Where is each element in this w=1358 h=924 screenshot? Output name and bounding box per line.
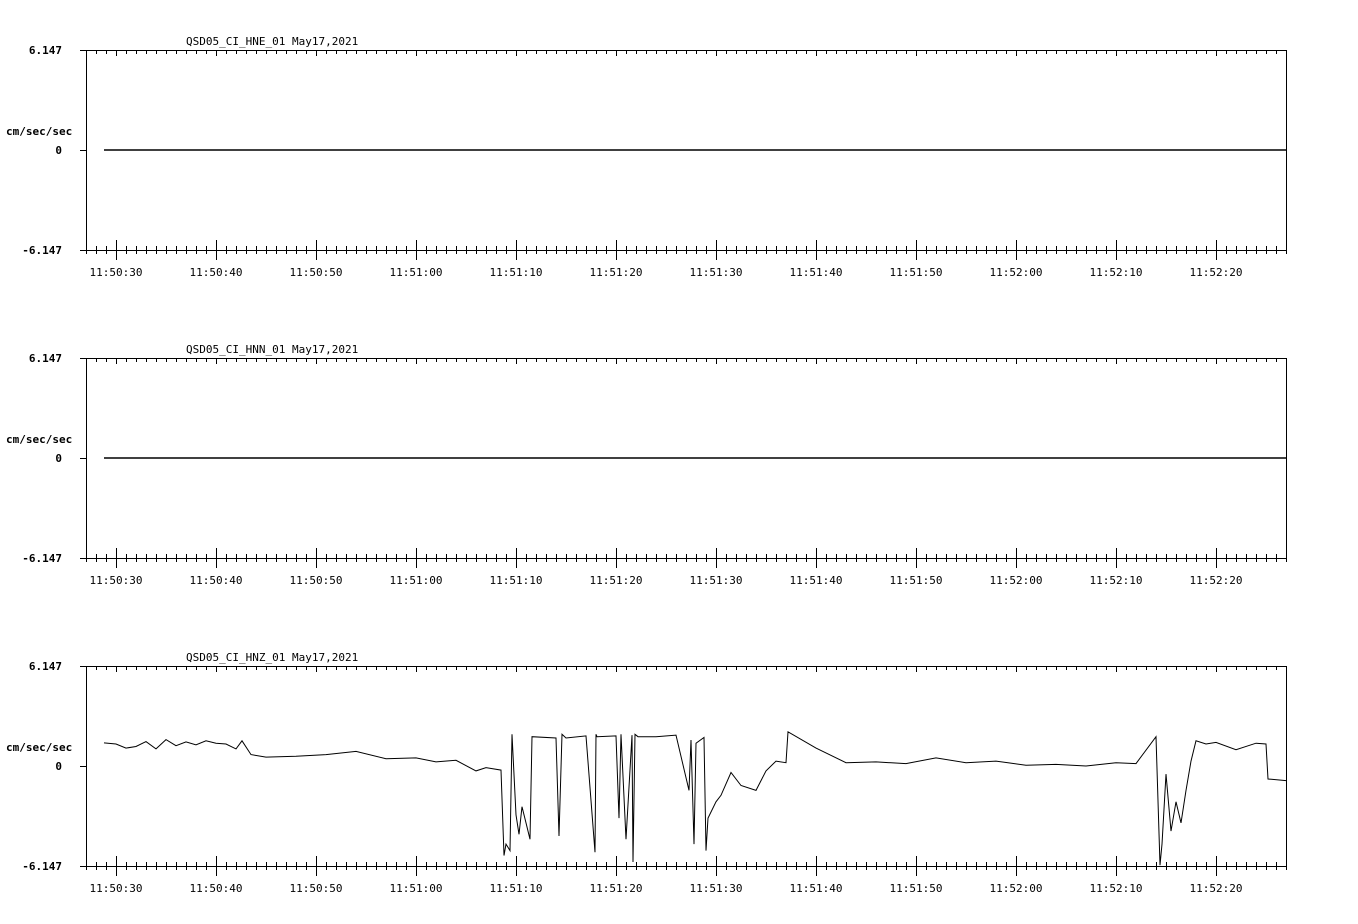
x-tick-label: 11:51:30	[690, 266, 743, 279]
x-tick-label: 11:50:30	[90, 266, 143, 279]
x-tick-label: 11:51:30	[690, 574, 743, 587]
x-tick-label: 11:52:00	[990, 574, 1043, 587]
x-tick-label: 11:52:10	[1090, 266, 1143, 279]
x-tick-label: 11:51:50	[890, 574, 943, 587]
series-line	[103, 730, 1287, 866]
x-tick-label: 11:51:00	[390, 882, 443, 895]
x-tick-label: 11:50:40	[190, 574, 243, 587]
chart-title: QSD05_CI_HNE_01 May17,2021	[186, 35, 358, 48]
y-tick-label: -6.147	[22, 860, 62, 873]
plot-frame	[86, 666, 1287, 867]
x-tick-label: 11:50:40	[190, 882, 243, 895]
y-tick-label: 0	[55, 144, 62, 157]
x-tick-label: 11:51:20	[590, 882, 643, 895]
y-axis-label: cm/sec/sec	[6, 433, 72, 446]
x-tick-label: 11:52:00	[990, 266, 1043, 279]
x-tick-label: 11:51:40	[790, 266, 843, 279]
chart-panel-2: 11:50:30 11:50:40 11:50:50 11:51:00 11:51:10…	[6, 343, 1287, 587]
chart-panel-1: 11:50:30 11:50:40 11:50:50 11:51:00 11:51:10…	[6, 35, 1287, 279]
y-tick-label: -6.147	[22, 552, 62, 565]
chart-title: QSD05_CI_HNN_01 May17,2021	[186, 343, 358, 356]
y-axis-label: cm/sec/sec	[6, 741, 72, 754]
x-tick-label: 11:52:00	[990, 882, 1043, 895]
x-tick-label: 11:51:10	[490, 882, 543, 895]
x-tick-label: 11:51:00	[390, 574, 443, 587]
x-tick-label: 11:51:30	[690, 882, 743, 895]
x-tick-label: 11:51:50	[890, 266, 943, 279]
x-tick-label: 11:51:00	[390, 266, 443, 279]
x-tick-label: 11:50:30	[90, 882, 143, 895]
x-tick-label: 11:50:50	[290, 574, 343, 587]
x-tick-label: 11:51:20	[590, 266, 643, 279]
x-tick-label: 11:51:10	[490, 266, 543, 279]
x-tick-label: 11:52:10	[1090, 882, 1143, 895]
y-tick-label: 6.147	[29, 44, 62, 57]
y-tick-label: 6.147	[29, 660, 62, 673]
y-tick-label: 0	[55, 760, 62, 773]
x-tick-label: 11:50:30	[90, 574, 143, 587]
seismogram-figure: 11:50:30 11:50:40 11:50:50 11:51:00 11:51:10…	[6, 35, 1287, 895]
y-tick-label: 0	[55, 452, 62, 465]
x-tick-label: 11:52:20	[1190, 882, 1243, 895]
x-tick-label: 11:50:40	[190, 266, 243, 279]
y-tick-label: 6.147	[29, 352, 62, 365]
x-tick-label: 11:50:50	[290, 266, 343, 279]
x-tick-label: 11:52:20	[1190, 266, 1243, 279]
x-tick-label: 11:51:20	[590, 574, 643, 587]
x-tick-label: 11:51:40	[790, 574, 843, 587]
x-tick-label: 11:51:10	[490, 574, 543, 587]
chart-panel-3: 11:50:30 11:50:40 11:50:50 11:51:00 11:51:10…	[6, 651, 1287, 895]
y-tick-label: -6.147	[22, 244, 62, 257]
x-tick-label: 11:51:40	[790, 882, 843, 895]
y-axis-label: cm/sec/sec	[6, 125, 72, 138]
x-tick-label: 11:50:50	[290, 882, 343, 895]
x-tick-label: 11:52:10	[1090, 574, 1143, 587]
chart-title: QSD05_CI_HNZ_01 May17,2021	[186, 651, 358, 664]
x-tick-label: 11:52:20	[1190, 574, 1243, 587]
x-tick-label: 11:51:50	[890, 882, 943, 895]
